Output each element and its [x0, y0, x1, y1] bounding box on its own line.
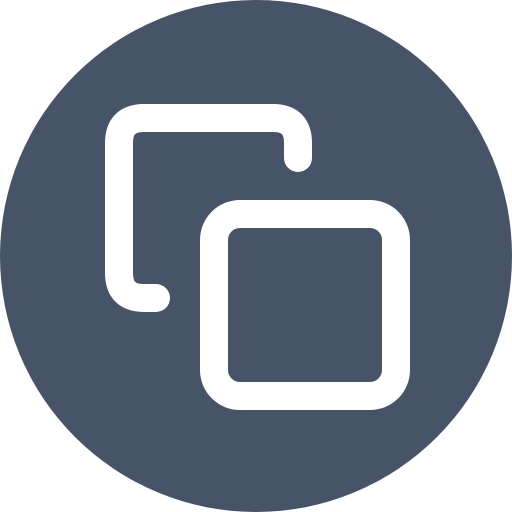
icon-background-circle [0, 0, 512, 512]
copy-icon [0, 0, 512, 512]
copy-icon-button[interactable] [0, 0, 512, 512]
